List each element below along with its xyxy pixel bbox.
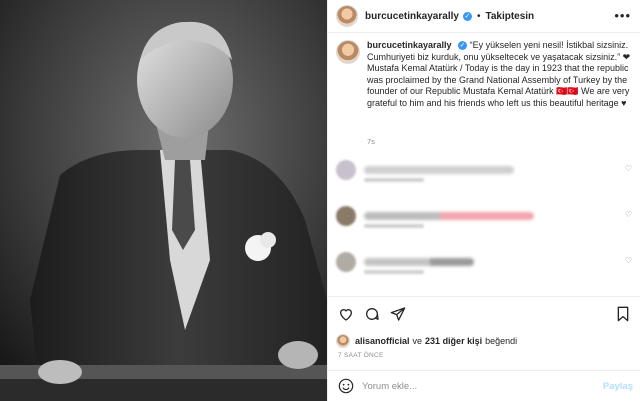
emoji-icon[interactable]	[338, 378, 354, 394]
comment-like-icon[interactable]: ♡	[625, 256, 632, 265]
likes-summary: alisanofficial ve 231 diğer kişi beğendi	[336, 334, 517, 348]
post-time-ago: 7 SAAT ÖNCE	[338, 352, 384, 359]
author-avatar[interactable]	[336, 5, 358, 27]
post-side-panel: burcucetinkayarally ✓ • Takiptesin ••• b…	[327, 0, 640, 401]
comment-like-icon[interactable]: ♡	[625, 210, 632, 219]
likes-suffix: beğendi	[485, 336, 518, 346]
caption-time: 7s	[367, 137, 375, 146]
comment-like-icon[interactable]: ♡	[625, 164, 632, 173]
more-options-icon[interactable]: •••	[614, 8, 631, 23]
comment-icon[interactable]	[364, 306, 380, 322]
comment-input[interactable]	[362, 380, 592, 392]
post-actions	[328, 296, 640, 332]
comment-avatar	[336, 160, 356, 180]
share-comment-button[interactable]: Paylaş	[603, 381, 633, 392]
verified-icon: ✓	[462, 11, 472, 21]
photo-artwork	[0, 0, 327, 401]
send-icon[interactable]	[390, 306, 406, 322]
comment-meta-blurred	[364, 224, 424, 228]
caption-verified-icon: ✓	[458, 41, 468, 51]
comment-item: ♡	[336, 158, 634, 182]
comment-item: ♡	[336, 250, 634, 274]
comment-item: ♡	[336, 204, 634, 228]
comment-meta-blurred	[364, 270, 424, 274]
post-header: burcucetinkayarally ✓ • Takiptesin •••	[328, 0, 640, 33]
comment-text-blurred	[364, 212, 534, 220]
add-comment-bar: Paylaş	[328, 370, 640, 401]
follow-status-button[interactable]: Takiptesin	[485, 11, 534, 22]
bookmark-icon[interactable]	[615, 306, 631, 322]
comment-avatar	[336, 252, 356, 272]
caption-text: “Ey yükselen yeni nesil! İstikbal sizsin…	[367, 40, 631, 108]
caption-username[interactable]: burcucetinkayarally	[367, 40, 452, 50]
comment-text-blurred	[364, 258, 474, 266]
comment-meta-blurred	[364, 178, 424, 182]
author-username[interactable]: burcucetinkayarally	[365, 11, 459, 22]
likes-connector: ve	[412, 336, 423, 346]
likes-count[interactable]: 231 diğer kişi	[425, 336, 482, 346]
liker-avatar[interactable]	[336, 334, 350, 348]
comment-text-blurred	[364, 166, 514, 174]
caption-body: burcucetinkayarally ✓ “Ey yükselen yeni …	[367, 40, 634, 109]
caption-author-avatar[interactable]	[336, 40, 360, 64]
liker-username[interactable]: alisanofficial	[355, 336, 410, 346]
post-caption: burcucetinkayarally ✓ “Ey yükselen yeni …	[336, 40, 634, 109]
heart-icon[interactable]	[338, 306, 354, 322]
separator-dot: •	[476, 10, 481, 22]
comment-avatar	[336, 206, 356, 226]
post-photo[interactable]	[0, 0, 327, 401]
